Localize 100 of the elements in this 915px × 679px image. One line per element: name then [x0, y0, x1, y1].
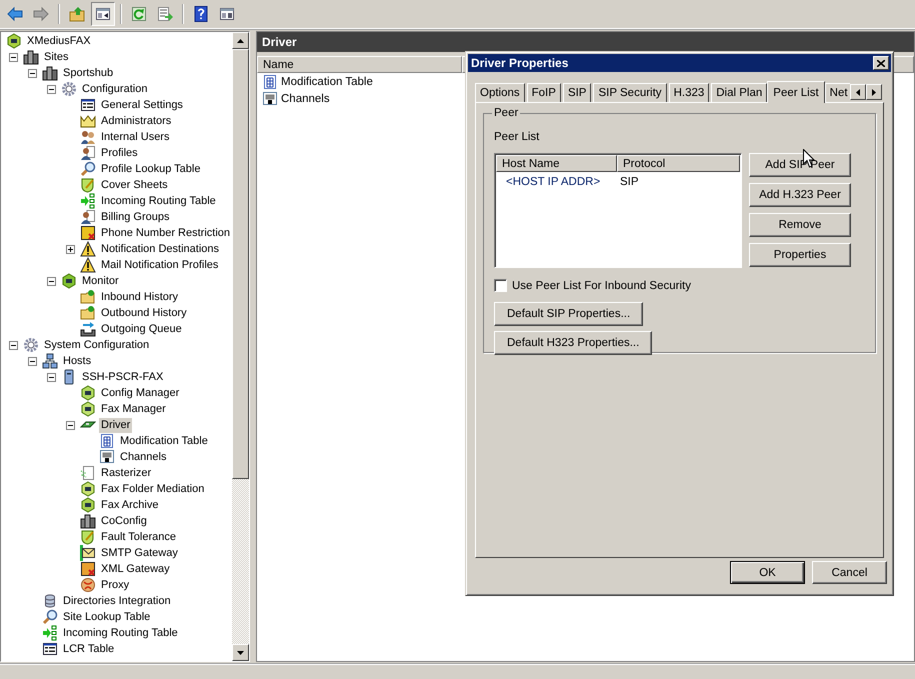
tree-item[interactable]: Sportshub: [61, 66, 116, 80]
collapse-toggle[interactable]: [47, 372, 56, 382]
checkbox[interactable]: [494, 279, 507, 292]
collapse-toggle[interactable]: [28, 356, 37, 366]
peer-list[interactable]: Host Name Protocol <HOST IP ADDR> SIP: [494, 153, 742, 268]
scroll-thumb[interactable]: [232, 49, 249, 479]
tree-item[interactable]: Administrators: [99, 114, 174, 128]
expand-toggle[interactable]: [66, 244, 75, 254]
tree-item[interactable]: Sites: [42, 50, 70, 64]
hexagon-icon: [80, 385, 96, 401]
tab[interactable]: Options: [475, 83, 525, 102]
column-header[interactable]: Host Name: [496, 155, 618, 172]
tab[interactable]: Peer List: [767, 81, 825, 103]
tree-item[interactable]: Cover Sheets: [99, 178, 170, 192]
peer-button[interactable]: Properties: [749, 243, 851, 267]
crown-icon: [80, 113, 96, 129]
sign-icon: [80, 561, 96, 577]
tree-item[interactable]: Profile Lookup Table: [99, 162, 202, 176]
tree-item[interactable]: Fax Archive: [99, 498, 160, 512]
view-tool-button[interactable]: [91, 2, 115, 26]
forward-arrow-icon: [33, 6, 49, 22]
tree-item[interactable]: SSH-PSCR-FAX: [80, 370, 166, 384]
tree-item[interactable]: Driver: [99, 418, 132, 432]
folder-icon: [80, 289, 96, 305]
tab[interactable]: SIP Security: [593, 83, 667, 102]
tree-item[interactable]: Channels: [118, 450, 168, 464]
tree-item[interactable]: Profiles: [99, 146, 140, 160]
tree-item[interactable]: XMediusFAX: [25, 34, 93, 48]
tree-item[interactable]: Rasterizer: [99, 466, 154, 480]
tree-item[interactable]: Outgoing Queue: [99, 322, 184, 336]
tree-item[interactable]: Configuration: [80, 82, 150, 96]
tree-item[interactable]: CoConfig: [99, 514, 149, 528]
hexagon-icon: [6, 33, 22, 49]
tree-item[interactable]: Proxy: [99, 578, 132, 592]
tree-item[interactable]: General Settings: [99, 98, 185, 112]
right-arrow-icon: [872, 88, 876, 96]
tab[interactable]: Dial Plan: [711, 83, 768, 102]
tree-item[interactable]: Fault Tolerance: [99, 530, 178, 544]
properties-button[interactable]: Default SIP Properties...: [494, 302, 644, 326]
tree-item[interactable]: Fax Manager: [99, 402, 168, 416]
tree-item[interactable]: System Configuration: [42, 338, 152, 352]
dialog-title: Driver Properties: [471, 56, 568, 70]
shield-icon: [80, 529, 96, 545]
tree-item[interactable]: Mail Notification Profiles: [99, 258, 220, 272]
scroll-right-button[interactable]: [866, 84, 882, 100]
tree-item[interactable]: Outbound History: [99, 306, 189, 320]
collapse-toggle[interactable]: [28, 68, 37, 78]
tree-item[interactable]: Modification Table: [118, 434, 210, 448]
collapse-toggle[interactable]: [47, 276, 56, 286]
tree-item[interactable]: XML Gateway: [99, 562, 172, 576]
scroll-down-button[interactable]: [232, 644, 249, 661]
people-icon: [80, 129, 96, 145]
column-header[interactable]: Protocol: [617, 155, 740, 172]
tree-item[interactable]: Hosts: [61, 354, 94, 368]
tree-item[interactable]: Inbound History: [99, 290, 180, 304]
tab[interactable]: FoIP: [526, 83, 561, 102]
collapse-toggle[interactable]: [47, 84, 56, 94]
collapse-toggle[interactable]: [9, 340, 18, 350]
tree-item[interactable]: Internal Users: [99, 130, 172, 144]
peer-button[interactable]: Remove: [749, 213, 851, 237]
envelope-icon: [80, 545, 96, 561]
close-button[interactable]: [873, 56, 889, 70]
field-label: Peer List: [494, 131, 540, 143]
tree-item[interactable]: Fax Folder Mediation: [99, 482, 206, 496]
cancel-button[interactable]: Cancel: [812, 561, 887, 584]
hexagon-icon: [61, 273, 77, 289]
tree-item[interactable]: Directories Integration: [61, 594, 173, 608]
hexagon-icon: [80, 401, 96, 417]
tree-item[interactable]: Config Manager: [99, 386, 182, 400]
tree-item[interactable]: Notification Destinations: [99, 242, 222, 256]
tree-item[interactable]: LCR Table: [61, 642, 116, 656]
scroll-up-button[interactable]: [232, 32, 249, 49]
tree-item[interactable]: Monitor: [80, 274, 121, 288]
list-item[interactable]: Modification Table: [280, 76, 374, 88]
tab[interactable]: Net: [824, 83, 850, 102]
window-panes-icon: [95, 6, 111, 22]
tree-item[interactable]: SMTP Gateway: [99, 546, 180, 560]
warning-icon: [80, 241, 96, 257]
peer-button[interactable]: Add H.323 Peer: [749, 183, 851, 207]
list-item[interactable]: Channels: [280, 92, 331, 104]
tab[interactable]: SIP: [562, 83, 592, 102]
scrollbar[interactable]: [232, 32, 249, 661]
tree-item[interactable]: Incoming Routing Table: [61, 626, 180, 640]
tray-icon: [80, 321, 96, 337]
sign-icon: [80, 225, 96, 241]
column-header[interactable]: Name: [257, 56, 462, 73]
gear-icon: [61, 81, 77, 97]
tree-item[interactable]: Billing Groups: [99, 210, 172, 224]
collapse-toggle[interactable]: [66, 420, 75, 430]
magnifier-icon: [42, 609, 58, 625]
ok-button[interactable]: OK: [730, 561, 805, 584]
tree-item[interactable]: Site Lookup Table: [61, 610, 152, 624]
tree-item[interactable]: Phone Number Restriction: [99, 226, 232, 240]
grid-icon: [99, 433, 115, 449]
scroll-left-button[interactable]: [850, 84, 866, 100]
properties-button[interactable]: Default H323 Properties...: [494, 331, 652, 355]
collapse-toggle[interactable]: [9, 52, 18, 62]
folder-up-icon: [69, 6, 85, 22]
tree-item[interactable]: Incoming Routing Table: [99, 194, 218, 208]
tab[interactable]: H.323: [668, 83, 710, 102]
